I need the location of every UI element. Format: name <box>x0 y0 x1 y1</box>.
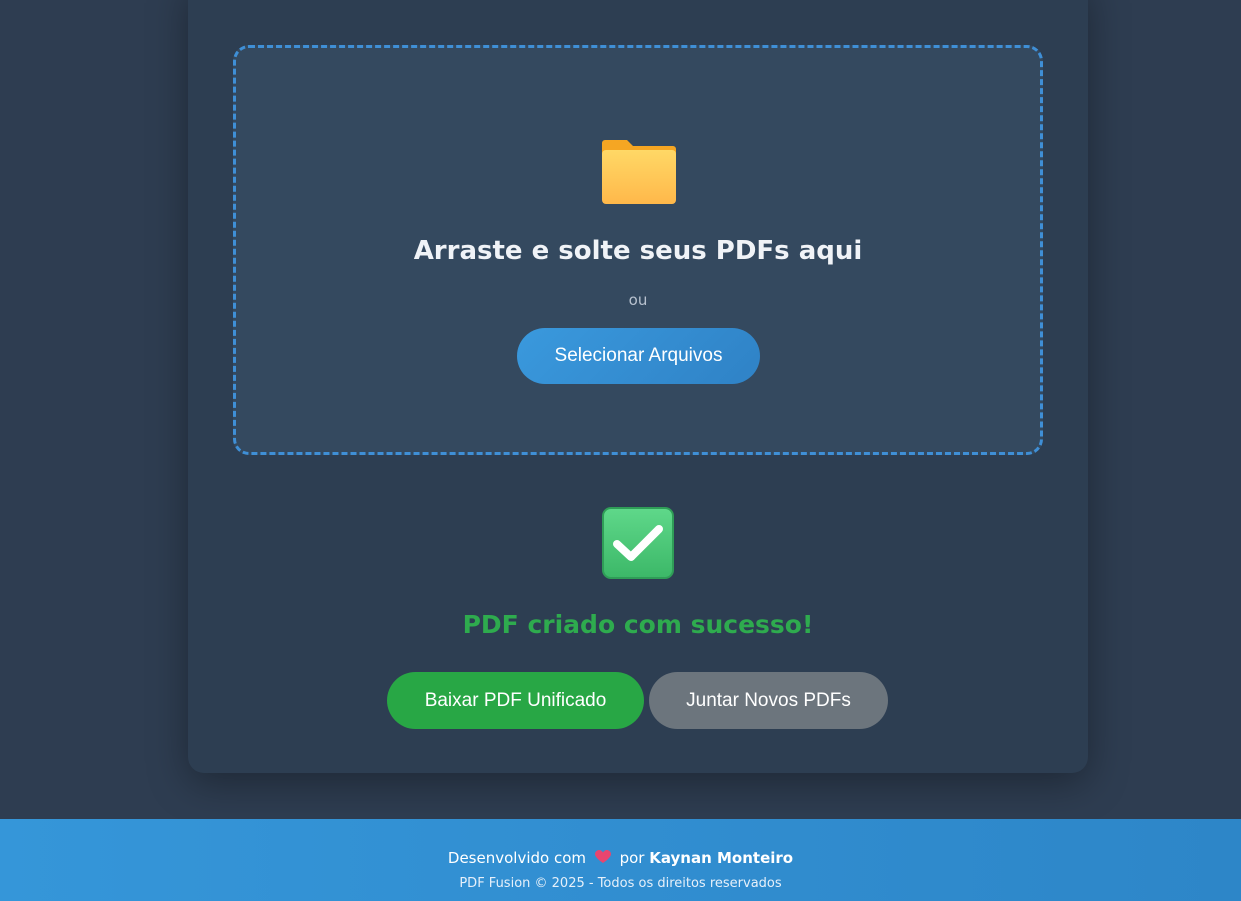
footer-copyright: PDF Fusion © 2025 - Todos os direitos re… <box>459 876 782 891</box>
footer-author: Kaynan Monteiro <box>649 849 794 867</box>
success-message: PDF criado com sucesso! <box>462 610 814 639</box>
drop-zone[interactable]: Arraste e solte seus PDFs aqui ou Seleci… <box>233 45 1043 455</box>
main-card: Arraste e solte seus PDFs aqui ou Seleci… <box>188 0 1088 773</box>
drop-or-text: ou <box>628 291 648 309</box>
drop-title: Arraste e solte seus PDFs aqui <box>413 236 863 266</box>
page: Arraste e solte seus PDFs aqui ou Seleci… <box>0 0 1241 901</box>
footer-credit: Desenvolvido com por Kaynan Monteiro <box>0 849 1241 867</box>
footer-developed-with: Desenvolvido com <box>447 849 586 867</box>
check-mark-icon <box>602 507 674 579</box>
heart-icon <box>594 850 611 863</box>
download-merged-pdf-button[interactable]: Baixar PDF Unificado <box>387 672 644 729</box>
select-files-button[interactable]: Selecionar Arquivos <box>517 328 760 384</box>
footer: Desenvolvido com por Kaynan Monteiro PDF… <box>0 819 1241 901</box>
merge-new-pdfs-button[interactable]: Juntar Novos PDFs <box>649 672 888 729</box>
folder-icon <box>602 140 676 204</box>
footer-by: por <box>619 849 645 867</box>
